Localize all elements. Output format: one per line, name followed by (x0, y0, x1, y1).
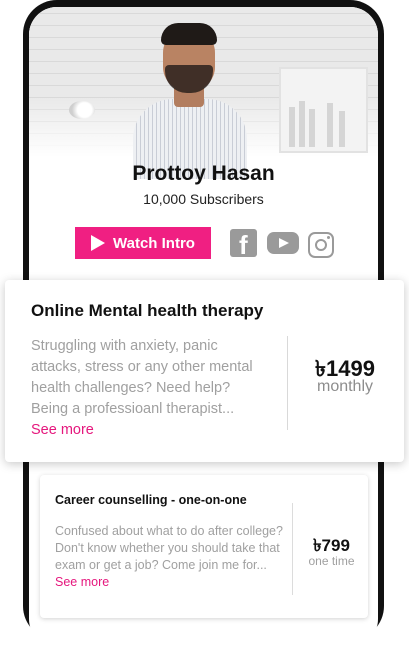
service-description-text: Struggling with anxiety, panic attacks, … (31, 338, 253, 417)
see-more-link[interactable]: See more (31, 422, 94, 438)
see-more-link[interactable]: See more (55, 575, 109, 589)
service-card-career[interactable]: Career counselling - one-on-one Confused… (40, 475, 368, 618)
service-billing-period: one time (308, 554, 355, 568)
service-title: Career counselling - one-on-one (55, 493, 247, 507)
watch-intro-button[interactable]: Watch Intro (75, 227, 211, 259)
subscriber-count: 10,000 Subscribers (143, 191, 264, 207)
card-divider (287, 336, 288, 430)
play-icon (91, 235, 106, 251)
profile-photo-person (125, 23, 255, 179)
instagram-icon[interactable] (308, 232, 334, 258)
profile-cover-photo (29, 7, 378, 179)
profile-name: Prottoy Hasan (132, 162, 275, 185)
bookshelf (279, 67, 368, 153)
lamp-light (69, 101, 95, 119)
service-description: Confused about what to do after college?… (55, 523, 285, 591)
facebook-icon[interactable]: f (230, 229, 257, 259)
watch-intro-label: Watch Intro (113, 234, 195, 252)
service-description: Struggling with anxiety, panic attacks, … (31, 336, 271, 441)
service-card-therapy[interactable]: Online Mental health therapy Struggling … (5, 280, 404, 462)
youtube-icon[interactable] (267, 232, 299, 254)
service-title: Online Mental health therapy (31, 301, 264, 320)
service-billing-period: monthly (316, 378, 374, 395)
card-divider (292, 503, 293, 595)
service-description-text: Confused about what to do after college?… (55, 524, 283, 572)
